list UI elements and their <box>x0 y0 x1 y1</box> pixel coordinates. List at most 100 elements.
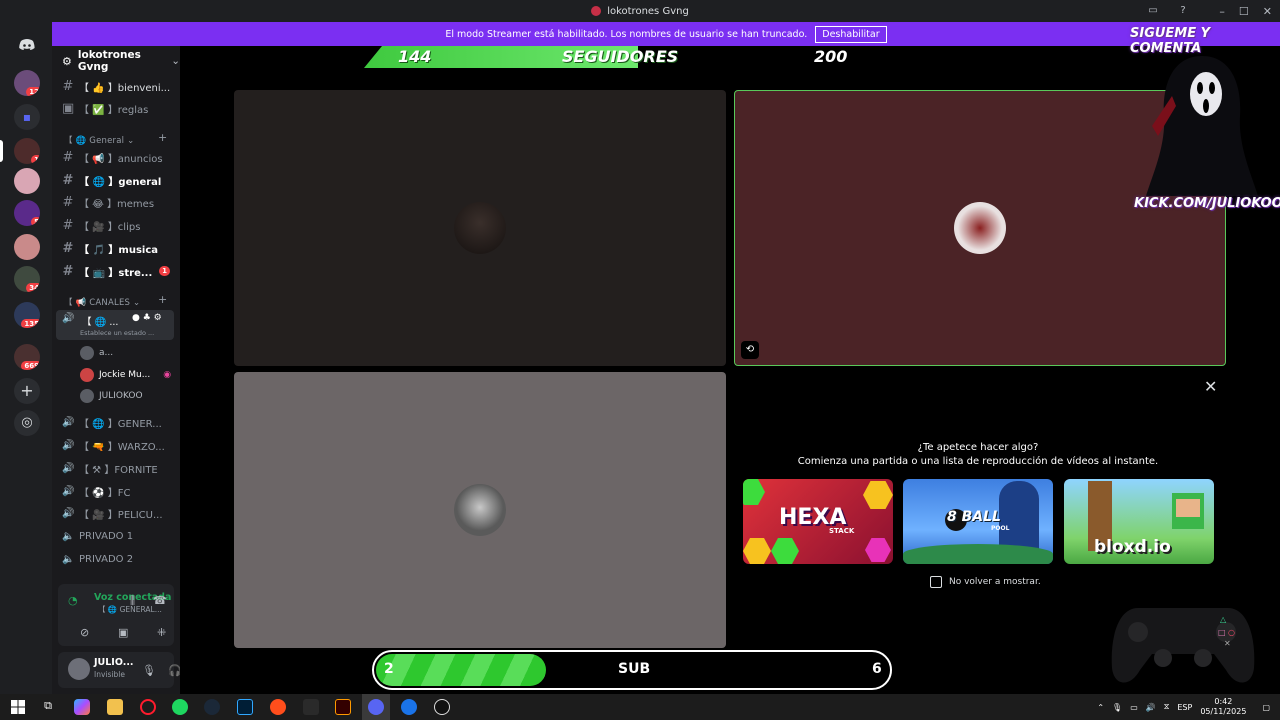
network-icon[interactable]: ▭ <box>1130 703 1138 712</box>
activity-subtitle: Comienza una partida o una lista de repr… <box>797 456 1159 467</box>
channel-memes[interactable]: # 【 😂 】memes <box>58 192 174 212</box>
hashtag-icon: # <box>62 217 74 233</box>
voice-channel-fc[interactable]: 🔊 【 ⚽ 】FC <box>58 481 174 501</box>
screen-share-icon[interactable]: ▣ <box>118 626 128 639</box>
disconnect-icon[interactable]: ☎ <box>153 594 167 607</box>
game-subtitle: STACK <box>829 527 855 535</box>
voice-channel-privado-1[interactable]: 🔈 PRIVADO 1 <box>58 526 174 546</box>
notifications-icon[interactable]: ▢ <box>1262 703 1270 712</box>
discover-icon[interactable]: ◎ <box>14 410 40 436</box>
user-avatar[interactable] <box>68 658 90 680</box>
voice-channel-privado-2[interactable]: 🔈 PRIVADO 2 <box>58 549 174 569</box>
maximize-button[interactable]: ☐ <box>1239 5 1249 18</box>
illustrator-icon[interactable] <box>335 699 351 715</box>
camera-off-icon[interactable]: ⊘ <box>80 626 89 639</box>
noise-suppression-icon[interactable]: ⫼ <box>130 594 135 608</box>
voice-channel-peliculas[interactable]: 🔊 【 🎥 】PELICU... <box>58 503 174 523</box>
disable-streamer-mode-button[interactable]: Deshabilitar <box>815 25 887 43</box>
channel-label: 【 📢 】anuncios <box>79 153 163 165</box>
channel-clips[interactable]: # 【 🎥 】clips <box>58 215 174 235</box>
spotify-icon[interactable] <box>172 699 188 715</box>
server-icon-8[interactable]: 669 <box>14 344 40 370</box>
tray-overflow-icon[interactable]: ⌃ <box>1097 703 1104 712</box>
channel-label: 【 👍 】bienveni... <box>79 82 171 94</box>
stream-popout-icon[interactable]: ⟲ <box>741 341 759 359</box>
channel-anuncios[interactable]: # 【 📢 】anuncios <box>58 147 174 167</box>
voice-status-text[interactable]: Establece un estado ... <box>80 329 154 337</box>
help-icon[interactable]: ? <box>1176 4 1190 18</box>
battlenet-icon[interactable] <box>401 699 417 715</box>
voice-user[interactable]: Jockie Mu... ◉ <box>80 366 171 384</box>
server-icon-lokotrones[interactable]: 1 <box>14 138 40 164</box>
signal-icon[interactable]: ◔ <box>68 594 78 607</box>
participant-avatar <box>454 202 506 254</box>
close-activity-icon[interactable]: ✕ <box>1204 377 1217 396</box>
chat-icon[interactable]: ● ♣ ⚙ <box>132 313 162 323</box>
server-icon-5[interactable] <box>14 234 40 260</box>
task-view-icon[interactable]: ⧉ <box>40 699 56 715</box>
file-explorer-icon[interactable] <box>107 699 123 715</box>
ea-app-icon[interactable] <box>270 699 286 715</box>
channel-stream[interactable]: # 【 📺 】stre... 1 <box>58 261 174 281</box>
game-card-hexa-stack[interactable]: HEXA STACK <box>743 479 893 564</box>
windows-start-icon[interactable] <box>10 699 26 715</box>
opera-gx-icon[interactable] <box>140 699 156 715</box>
voice-user-name: JULIOKOO <box>99 391 143 401</box>
voice-channel-fornite[interactable]: 🔊 【 ⚒ 】FORNITE <box>58 458 174 478</box>
followers-goal-bar: 144 SEGUIDORES <box>364 46 744 68</box>
voice-user[interactable]: a... <box>80 344 113 362</box>
microphone-tray-icon[interactable]: 🎙 <box>1112 703 1122 712</box>
add-channel-icon[interactable]: + <box>158 131 167 144</box>
photoshop-icon[interactable] <box>237 699 253 715</box>
channel-musica[interactable]: # 【 🎵 】musica <box>58 238 174 258</box>
bluetooth-icon[interactable]: ⧖ <box>1164 702 1170 712</box>
game-card-8-ball-pool[interactable]: 8 BALL POOL <box>903 479 1053 564</box>
checkbox-box[interactable] <box>930 576 942 588</box>
server-icon-4[interactable]: 5 <box>14 200 40 226</box>
user-name[interactable]: JULIO... <box>94 657 134 668</box>
chevron-down-icon: ⌄ <box>171 55 180 67</box>
channel-bienvenida[interactable]: # 【 👍 】bienveni... <box>58 76 174 96</box>
server-icon-3[interactable] <box>14 168 40 194</box>
voice-channel-active[interactable]: 🔊 【 🌐 ... ● ♣ ⚙ Establece un estado ... <box>56 310 174 340</box>
video-tile-1[interactable] <box>234 90 726 366</box>
volume-icon[interactable]: 🔊 <box>1146 703 1156 712</box>
copilot-icon[interactable] <box>74 699 90 715</box>
inbox-icon[interactable]: ▭ <box>1146 4 1160 18</box>
hashtag-icon: # <box>62 78 74 94</box>
server-icon-6[interactable]: 34 <box>14 266 40 292</box>
sub-goal-bar: 2 SUB 6 <box>372 650 892 690</box>
category-general[interactable]: 【 🌐 General ⌄ <box>64 134 134 146</box>
voice-channel-general[interactable]: 🔊 【 🌐 】GENER... <box>58 412 174 432</box>
epic-games-icon[interactable] <box>303 699 319 715</box>
microphone-icon[interactable]: 🎙 <box>142 664 156 677</box>
add-server-icon[interactable]: + <box>14 378 40 404</box>
language-indicator[interactable]: ESP <box>1177 703 1192 712</box>
obs-icon[interactable] <box>434 699 450 715</box>
voice-channel-warzone[interactable]: 🔊 【 🔫 】WARZO... <box>58 435 174 455</box>
video-tile-3[interactable] <box>234 372 726 648</box>
dont-show-again-checkbox[interactable]: No volver a mostrar. <box>930 576 1041 588</box>
dm-folder-icon[interactable]: ▪ <box>14 104 40 130</box>
minimize-button[interactable]: – <box>1219 5 1225 18</box>
ghostface-image <box>1146 56 1258 196</box>
server-icon-1[interactable]: 12 <box>14 70 40 96</box>
steam-icon[interactable] <box>204 699 220 715</box>
game-card-bloxd[interactable]: bloxd.io <box>1064 479 1214 564</box>
close-window-button[interactable]: ✕ <box>1263 5 1272 18</box>
activity-icon[interactable]: ⁜ <box>157 626 166 639</box>
server-icon-7[interactable]: 135 <box>14 302 40 328</box>
category-canales[interactable]: 【 📢 CANALES ⌄ <box>64 296 140 308</box>
add-channel-icon[interactable]: + <box>158 293 167 306</box>
server-header[interactable]: ⚙ lokotrones Gvng ⌄ <box>52 46 180 76</box>
channel-reglas[interactable]: ▣ 【 ✅ 】reglas <box>58 98 174 118</box>
speaker-icon: 🔊 <box>62 462 75 474</box>
voice-user[interactable]: JULIOKOO <box>80 387 143 405</box>
window-title-text: lokotrones Gvng <box>607 5 689 17</box>
block-character-face <box>1176 499 1200 517</box>
discord-taskbar-icon[interactable] <box>368 699 384 715</box>
clock[interactable]: 0:42 05/11/2025 <box>1200 697 1246 717</box>
channel-general[interactable]: # 【 🌐 】general <box>58 170 174 190</box>
discord-home-icon[interactable] <box>14 32 40 58</box>
dont-show-again-label: No volver a mostrar. <box>949 577 1041 587</box>
